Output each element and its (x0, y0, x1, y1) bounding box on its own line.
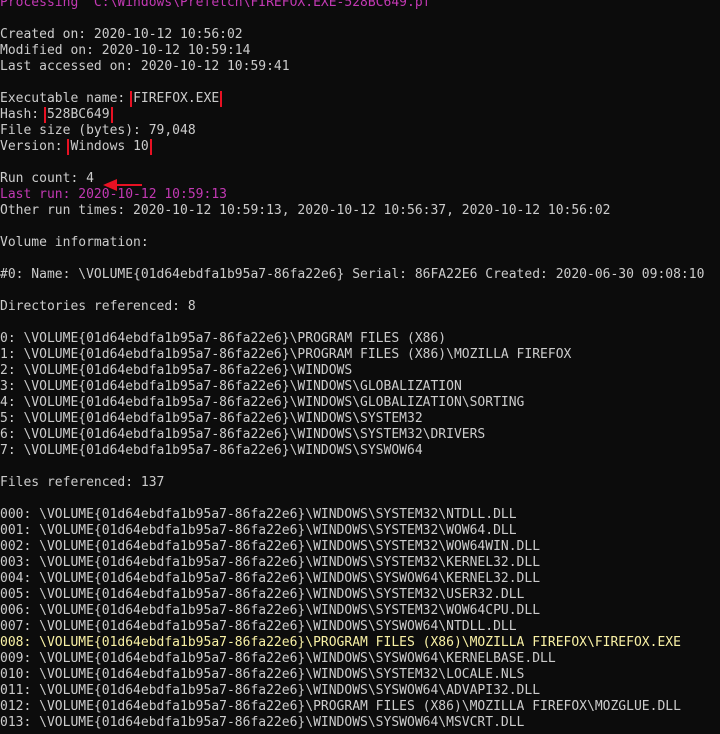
volume-entry: #0: Name: \VOLUME{01d64ebdfa1b95a7-86fa2… (0, 267, 705, 282)
hash-value: 528BC649 (43, 107, 113, 123)
directory-item: 5: \VOLUME{01d64ebdfa1b95a7-86fa22e6}\WI… (0, 411, 423, 426)
files-referenced-header: Files referenced: 137 (0, 475, 165, 490)
volume-information-header: Volume information: (0, 235, 149, 250)
file-item: 012: \VOLUME{01d64ebdfa1b95a7-86fa22e6}\… (0, 699, 681, 714)
version-label: Version: (0, 139, 71, 154)
file-item: 001: \VOLUME{01d64ebdfa1b95a7-86fa22e6}\… (0, 523, 517, 538)
directory-item: 3: \VOLUME{01d64ebdfa1b95a7-86fa22e6}\WI… (0, 379, 462, 394)
file-item: 011: \VOLUME{01d64ebdfa1b95a7-86fa22e6}\… (0, 683, 541, 698)
file-item-highlighted: 008: \VOLUME{01d64ebdfa1b95a7-86fa22e6}\… (0, 635, 681, 650)
directory-item: 0: \VOLUME{01d64ebdfa1b95a7-86fa22e6}\PR… (0, 331, 447, 346)
file-item: 009: \VOLUME{01d64ebdfa1b95a7-86fa22e6}\… (0, 651, 556, 666)
executable-name-label: Executable name: (0, 91, 134, 106)
version-value: Windows 10 (67, 139, 152, 155)
version-line: Version: Windows 10 (0, 139, 720, 155)
file-item: 002: \VOLUME{01d64ebdfa1b95a7-86fa22e6}\… (0, 539, 541, 554)
file-item: 010: \VOLUME{01d64ebdfa1b95a7-86fa22e6}\… (0, 667, 525, 682)
hash-line: Hash: 528BC649 (0, 107, 720, 123)
last-accessed-line: Last accessed on: 2020-10-12 10:59:41 (0, 59, 290, 74)
directory-item: 6: \VOLUME{01d64ebdfa1b95a7-86fa22e6}\WI… (0, 427, 486, 442)
file-item: 013: \VOLUME{01d64ebdfa1b95a7-86fa22e6}\… (0, 715, 525, 730)
file-list: 000: \VOLUME{01d64ebdfa1b95a7-86fa22e6}\… (0, 507, 720, 731)
file-item: 003: \VOLUME{01d64ebdfa1b95a7-86fa22e6}\… (0, 555, 541, 570)
other-run-times-line: Other run times: 2020-10-12 10:59:13, 20… (0, 203, 611, 218)
created-on-line: Created on: 2020-10-12 10:56:02 (0, 27, 243, 42)
directories-referenced-header: Directories referenced: 8 (0, 299, 196, 314)
file-item: 006: \VOLUME{01d64ebdfa1b95a7-86fa22e6}\… (0, 603, 541, 618)
file-item: 004: \VOLUME{01d64ebdfa1b95a7-86fa22e6}\… (0, 571, 541, 586)
modified-on-line: Modified on: 2020-10-12 10:59:14 (0, 43, 251, 58)
executable-name-value: FIREFOX.EXE (130, 91, 223, 107)
file-size-line: File size (bytes): 79,048 (0, 123, 196, 138)
hash-label: Hash: (0, 107, 47, 122)
directory-list: 0: \VOLUME{01d64ebdfa1b95a7-86fa22e6}\PR… (0, 331, 720, 459)
processing-line: Processing 'C:\Windows\Prefetch\FIREFOX.… (0, 0, 439, 10)
directory-item: 2: \VOLUME{01d64ebdfa1b95a7-86fa22e6}\WI… (0, 363, 353, 378)
file-item: 007: \VOLUME{01d64ebdfa1b95a7-86fa22e6}\… (0, 619, 517, 634)
console-output: Processing 'C:\Windows\Prefetch\FIREFOX.… (0, 0, 720, 731)
directory-item: 7: \VOLUME{01d64ebdfa1b95a7-86fa22e6}\WI… (0, 443, 423, 458)
directory-item: 4: \VOLUME{01d64ebdfa1b95a7-86fa22e6}\WI… (0, 395, 525, 410)
red-arrow-icon (103, 179, 142, 191)
directory-item: 1: \VOLUME{01d64ebdfa1b95a7-86fa22e6}\PR… (0, 347, 572, 362)
executable-name-line: Executable name: FIREFOX.EXE (0, 91, 720, 107)
file-item: 000: \VOLUME{01d64ebdfa1b95a7-86fa22e6}\… (0, 507, 517, 522)
file-item: 005: \VOLUME{01d64ebdfa1b95a7-86fa22e6}\… (0, 587, 525, 602)
